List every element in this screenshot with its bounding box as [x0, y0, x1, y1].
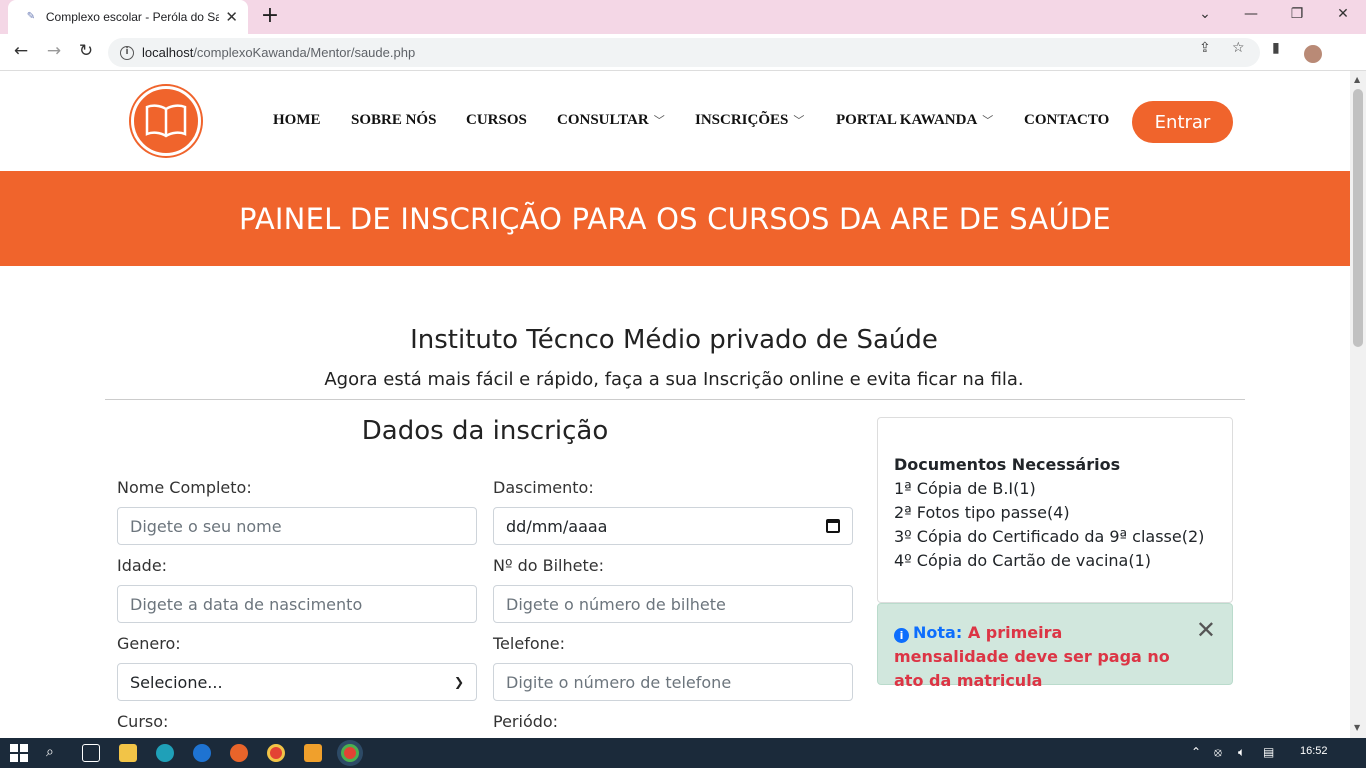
minimize-icon[interactable]: —: [1241, 6, 1261, 22]
back-icon[interactable]: ←: [10, 41, 32, 61]
new-tab-icon[interactable]: +: [260, 5, 280, 27]
scroll-down-icon[interactable]: ▼: [1354, 723, 1360, 732]
internet-explorer-icon[interactable]: [193, 744, 211, 762]
edge-icon[interactable]: [156, 744, 174, 762]
calendar-icon[interactable]: [826, 519, 840, 533]
curso-label: Curso:: [117, 712, 169, 731]
url-path: /complexoKawanda/Mentor/saude.php: [193, 45, 416, 60]
telefone-placeholder: Digite o número de telefone: [506, 672, 732, 692]
windows-start-icon[interactable]: [10, 744, 28, 762]
tab-title: Complexo escolar - Peróla do Saúde: [45, 10, 220, 24]
nav-home[interactable]: HOME: [273, 112, 321, 129]
media-player-icon[interactable]: [304, 744, 322, 762]
nascimento-label: Dascimento:: [493, 478, 594, 497]
bookmark-star-icon[interactable]: ☆: [1232, 40, 1245, 56]
hero-banner: PAINEL DE INSCRIÇÃO PARA OS CURSOS DA AR…: [0, 171, 1350, 266]
site-info-icon[interactable]: i: [120, 45, 134, 60]
nome-placeholder: Digete o seu nome: [130, 516, 282, 536]
nav-sobre-nos[interactable]: SOBRE NÓS: [351, 112, 436, 129]
bilhete-label: Nº do Bilhete:: [493, 556, 604, 575]
address-toolbar: ← → ↻ i localhost/complexoKawanda/Mentor…: [0, 34, 1366, 71]
tray-overflow-icon[interactable]: ⌃: [1191, 745, 1201, 759]
os-taskbar: ⌕ ⌃ ⦻ 🔈︎ ▤ 16:52: [0, 738, 1366, 768]
side-panel-icon[interactable]: ▮: [1272, 40, 1280, 56]
login-button[interactable]: Entrar: [1132, 101, 1233, 143]
scrollbar-thumb[interactable]: [1353, 89, 1363, 347]
chevron-down-icon: ﹀: [793, 115, 805, 127]
notifications-icon[interactable]: ▤: [1263, 745, 1274, 759]
divider: [105, 399, 1245, 400]
document-item: 1ª Cópia de B.I(1): [894, 479, 1036, 498]
volume-icon[interactable]: 🔈︎: [1238, 745, 1245, 760]
alert-close-icon[interactable]: ✕: [1196, 618, 1216, 642]
document-item: 3º Cópia do Certificado da 9ª classe(2): [894, 527, 1205, 546]
nav-portal-label: PORTAL KAWANDA: [836, 112, 978, 128]
url-text: localhost/complexoKawanda/Mentor/saude.p…: [142, 45, 415, 60]
nav-consultar[interactable]: CONSULTAR ﹀: [557, 112, 665, 129]
open-book-icon: [145, 104, 187, 138]
document-item: 2ª Fotos tipo passe(4): [894, 503, 1070, 522]
file-explorer-icon[interactable]: [119, 744, 137, 762]
profile-avatar[interactable]: [1302, 43, 1324, 65]
forward-icon[interactable]: →: [43, 41, 65, 61]
nav-inscricoes-label: INSCRIÇÕES: [695, 112, 789, 128]
browser-tab-strip: ✎ Complexo escolar - Peróla do Saúde ✕ +…: [0, 0, 1366, 34]
info-icon: i: [894, 628, 909, 643]
chrome-active-icon[interactable]: [341, 744, 359, 762]
network-icon[interactable]: ⦻: [1214, 745, 1222, 760]
firefox-icon[interactable]: [230, 744, 248, 762]
nome-label: Nome Completo:: [117, 478, 252, 497]
form-title: Dados da inscrição: [361, 416, 609, 446]
window-close-icon[interactable]: ✕: [1333, 6, 1353, 22]
telefone-label: Telefone:: [493, 634, 565, 653]
task-view-icon[interactable]: [82, 744, 100, 762]
restore-icon[interactable]: ❐: [1287, 6, 1307, 22]
reload-icon[interactable]: ↻: [75, 41, 97, 61]
chevron-down-icon: ﹀: [982, 115, 994, 127]
nav-portal-kawanda[interactable]: PORTAL KAWANDA ﹀: [836, 112, 993, 129]
browser-tab[interactable]: ✎ Complexo escolar - Peróla do Saúde ✕: [8, 0, 248, 34]
alert-label: Nota:: [913, 623, 963, 642]
institute-subtitle: Agora está mais fácil e rápido, faça a s…: [324, 369, 1024, 390]
search-icon[interactable]: ⌕: [46, 744, 64, 762]
url-host: localhost: [142, 45, 194, 60]
documents-card: Documentos Necessários 1ª Cópia de B.I(1…: [877, 417, 1233, 603]
tab-close-icon[interactable]: ✕: [225, 8, 238, 26]
banner-title: PAINEL DE INSCRIÇÃO PARA OS CURSOS DA AR…: [239, 201, 1111, 236]
note-alert: i Nota: A primeira mensalidade deve ser p…: [877, 603, 1233, 690]
taskbar-clock[interactable]: 16:52: [1300, 745, 1328, 757]
idade-label: Idade:: [117, 556, 168, 575]
nav-inscricoes[interactable]: INSCRIÇÕES ﹀: [695, 112, 804, 129]
site-favicon-icon: ✎: [26, 11, 36, 22]
scroll-up-icon[interactable]: ▲: [1354, 75, 1360, 84]
genero-select[interactable]: Selecione... ❯: [117, 663, 477, 701]
nascimento-date-input[interactable]: dd/mm/aaaa: [493, 507, 853, 545]
tab-search-icon[interactable]: ⌄: [1195, 6, 1215, 22]
periodo-label: Periódo:: [493, 712, 559, 731]
idade-input[interactable]: Digete a data de nascimento: [117, 585, 477, 623]
nascimento-value: dd/mm/aaaa: [506, 516, 608, 536]
page-viewport: HOME SOBRE NÓS CURSOS CONSULTAR ﹀ INSCRIÇ…: [0, 71, 1350, 738]
site-logo[interactable]: [131, 86, 201, 156]
nav-contacto[interactable]: CONTACTO: [1024, 112, 1109, 129]
bilhete-input[interactable]: Digete o número de bilhete: [493, 585, 853, 623]
idade-placeholder: Digete a data de nascimento: [130, 594, 363, 614]
telefone-input[interactable]: Digite o número de telefone: [493, 663, 853, 701]
documents-title: Documentos Necessários: [894, 455, 1121, 474]
bilhete-placeholder: Digete o número de bilhete: [506, 594, 726, 614]
url-bar[interactable]: i localhost/complexoKawanda/Mentor/saude…: [108, 38, 1260, 67]
genero-label: Genero:: [117, 634, 181, 653]
nav-cursos[interactable]: CURSOS: [466, 112, 527, 129]
nav-consultar-label: CONSULTAR: [557, 112, 649, 128]
chrome-icon[interactable]: [267, 744, 285, 762]
nome-input[interactable]: Digete o seu nome: [117, 507, 477, 545]
chevron-down-icon: ﹀: [653, 115, 665, 127]
document-item: 4º Cópia do Cartão de vacina(1): [894, 551, 1152, 570]
chevron-down-icon: ❯: [453, 675, 464, 689]
share-icon[interactable]: ⇪: [1199, 40, 1211, 56]
institute-title: Instituto Técnco Médio privado de Saúde: [410, 325, 938, 355]
genero-value: Selecione...: [130, 672, 223, 692]
page-scrollbar[interactable]: ▲ ▼: [1350, 71, 1366, 738]
